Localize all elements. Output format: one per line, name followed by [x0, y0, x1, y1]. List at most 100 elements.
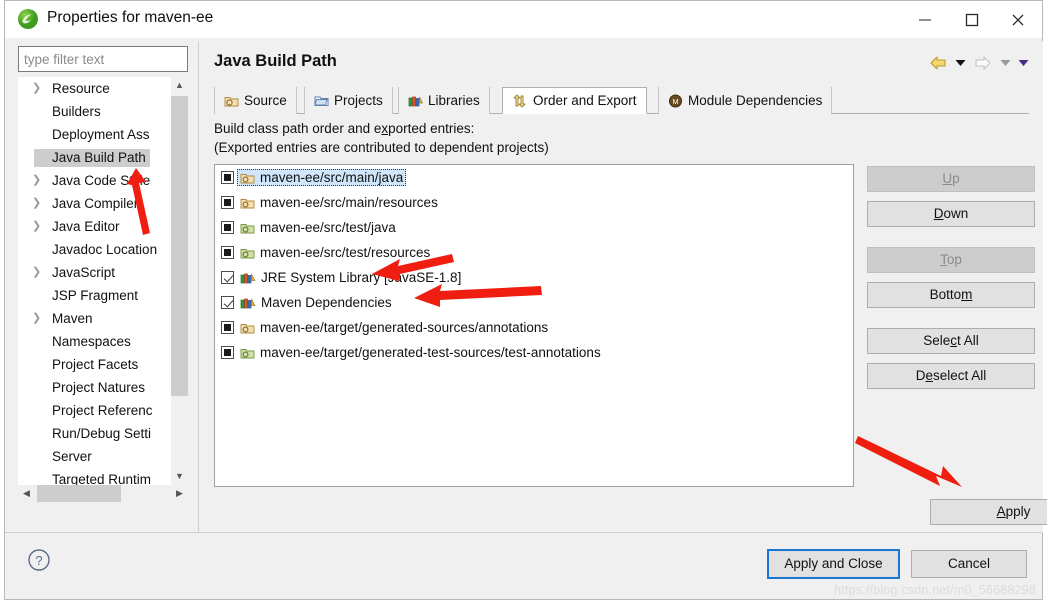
deselect-all-button[interactable]: Deselect All — [867, 363, 1035, 389]
sidebar-item-label: Javadoc Location — [52, 242, 158, 257]
move-top-button[interactable]: Top — [867, 247, 1035, 273]
build-path-entries-list[interactable]: maven-ee/src/main/java maven-ee/src/main… — [214, 164, 854, 487]
view-menu-chevron-down-icon[interactable] — [1018, 59, 1029, 67]
entry-label: maven-ee/src/test/resources — [260, 245, 431, 260]
list-item[interactable]: JRE System Library [JavaSE-1.8] — [215, 265, 853, 290]
button-label: Botto — [929, 287, 962, 302]
tab-source[interactable]: Source — [214, 87, 297, 114]
sidebar-item-builders[interactable]: Builders — [18, 100, 188, 123]
sidebar-item-resource[interactable]: ❯ Resource — [18, 77, 188, 100]
entry-checkbox[interactable] — [221, 171, 234, 184]
entry-label: maven-ee/target/generated-test-sources/t… — [260, 345, 601, 360]
title-bar: Properties for maven-ee — [5, 1, 1042, 38]
sidebar-item-jsp-fragment[interactable]: JSP Fragment — [18, 284, 188, 307]
java-build-path-page: Java Build Path Source Projects Librarie… — [198, 41, 1047, 533]
source-folder-tan-icon — [240, 321, 255, 335]
entry-checkbox[interactable] — [221, 246, 234, 259]
list-item[interactable]: maven-ee/target/generated-test-sources/t… — [215, 340, 853, 365]
help-question-icon[interactable]: ? — [27, 548, 51, 572]
sidebar-item-project-references[interactable]: Project Referenc — [18, 399, 188, 422]
tab-order-and-export[interactable]: Order and Export — [502, 87, 647, 114]
select-all-button[interactable]: Select All — [867, 328, 1035, 354]
button-label: D — [915, 368, 926, 383]
button-label: Sele — [923, 333, 951, 348]
settings-tree[interactable]: ❯ Resource Builders Deployment Ass Java … — [18, 77, 188, 485]
sidebar-item-javascript[interactable]: ❯ JavaScript — [18, 261, 188, 284]
list-item[interactable]: maven-ee/target/generated-sources/annota… — [215, 315, 853, 340]
cancel-button[interactable]: Cancel — [911, 550, 1027, 578]
scroll-down-icon[interactable]: ▼ — [171, 468, 188, 485]
window-title: Properties for maven-ee — [47, 9, 214, 26]
sidebar-item-label: Java Compiler — [52, 196, 139, 211]
entry-label: maven-ee/src/main/resources — [260, 195, 438, 210]
scroll-up-icon[interactable]: ▲ — [171, 77, 188, 94]
sidebar-item-run-debug-settings[interactable]: Run/Debug Setti — [18, 422, 188, 445]
entry-checkbox[interactable] — [221, 221, 234, 234]
properties-dialog: Properties for maven-ee ❯ Resource Build… — [4, 0, 1047, 600]
sidebar-item-java-code-style[interactable]: ❯ Java Code Style — [18, 169, 188, 192]
list-item[interactable]: Maven Dependencies — [215, 290, 853, 315]
entry-checkbox[interactable] — [221, 346, 234, 359]
entry-label: Maven Dependencies — [261, 295, 392, 310]
sidebar-item-deployment-assembly[interactable]: Deployment Ass — [18, 123, 188, 146]
sidebar-item-label: Builders — [52, 104, 101, 119]
page-navigation-toolbar — [928, 52, 1029, 74]
button-mnemonic: e — [925, 368, 933, 383]
sidebar-item-java-build-path[interactable]: Java Build Path — [18, 146, 188, 169]
sidebar-item-targeted-runtimes[interactable]: Targeted Runtim — [18, 468, 188, 485]
button-mnemonic: T — [940, 252, 947, 267]
tab-module-dependencies[interactable]: M Module Dependencies — [658, 87, 833, 114]
tree-vertical-scrollbar[interactable]: ▲ ▼ — [171, 77, 188, 485]
sidebar-item-project-facets[interactable]: Project Facets — [18, 353, 188, 376]
sidebar-item-server[interactable]: Server — [18, 445, 188, 468]
tab-label: Libraries — [428, 93, 480, 108]
source-folder-tan-icon — [240, 171, 255, 185]
entry-label: maven-ee/src/main/java — [260, 170, 404, 185]
entry-checkbox[interactable] — [221, 196, 234, 209]
project-folder-icon — [314, 94, 329, 108]
button-mnemonic: c — [950, 333, 957, 348]
sidebar-item-label: Java Code Style — [52, 173, 151, 188]
list-item[interactable]: maven-ee/src/main/resources — [215, 190, 853, 215]
maximize-button[interactable] — [949, 1, 995, 38]
tab-libraries[interactable]: Libraries — [398, 87, 490, 114]
button-mnemonic: A — [996, 504, 1006, 519]
entry-checkbox[interactable] — [221, 321, 234, 334]
sidebar-item-project-natures[interactable]: Project Natures — [18, 376, 188, 399]
scrollbar-thumb[interactable] — [171, 96, 188, 396]
entry-checkbox[interactable] — [221, 271, 234, 284]
back-arrow-icon[interactable] — [928, 55, 948, 71]
move-down-button[interactable]: Down — [867, 201, 1035, 227]
close-button[interactable] — [995, 1, 1041, 38]
back-dropdown-chevron-down-icon[interactable] — [955, 59, 966, 67]
filter-input[interactable] — [18, 46, 188, 72]
move-up-button[interactable]: Up — [867, 166, 1035, 192]
sidebar-item-java-editor[interactable]: ❯ Java Editor — [18, 215, 188, 238]
sidebar-item-java-compiler[interactable]: ❯ Java Compiler — [18, 192, 188, 215]
sidebar-item-label: Server — [52, 449, 92, 464]
library-icon — [240, 271, 256, 285]
svg-text:?: ? — [35, 553, 42, 568]
source-folder-green-icon — [240, 246, 255, 260]
sidebar-item-maven[interactable]: ❯ Maven — [18, 307, 188, 330]
list-item[interactable]: maven-ee/src/main/java — [215, 165, 853, 190]
list-item[interactable]: maven-ee/src/test/resources — [215, 240, 853, 265]
tree-horizontal-scrollbar[interactable]: ◀ ▶ — [18, 485, 188, 502]
sidebar-item-label: Project Natures — [52, 380, 146, 395]
sidebar-item-namespaces[interactable]: Namespaces — [18, 330, 188, 353]
entry-checkbox[interactable] — [221, 296, 234, 309]
scroll-right-icon[interactable]: ▶ — [171, 485, 188, 502]
move-bottom-button[interactable]: Bottom — [867, 282, 1035, 308]
apply-button[interactable]: Apply — [930, 499, 1047, 525]
tab-projects[interactable]: Projects — [304, 87, 393, 114]
library-icon — [408, 94, 423, 108]
button-label-end: t All — [957, 333, 979, 348]
list-item[interactable]: maven-ee/src/test/java — [215, 215, 853, 240]
tab-label: Projects — [334, 93, 383, 108]
build-path-description-line-1: Build class path order and exported entr… — [214, 121, 474, 136]
apply-and-close-button[interactable]: Apply and Close — [767, 549, 900, 579]
scrollbar-thumb[interactable] — [37, 485, 121, 502]
sidebar-item-javadoc-location[interactable]: Javadoc Location — [18, 238, 188, 261]
scroll-left-icon[interactable]: ◀ — [18, 485, 35, 502]
minimize-button[interactable] — [902, 1, 948, 38]
